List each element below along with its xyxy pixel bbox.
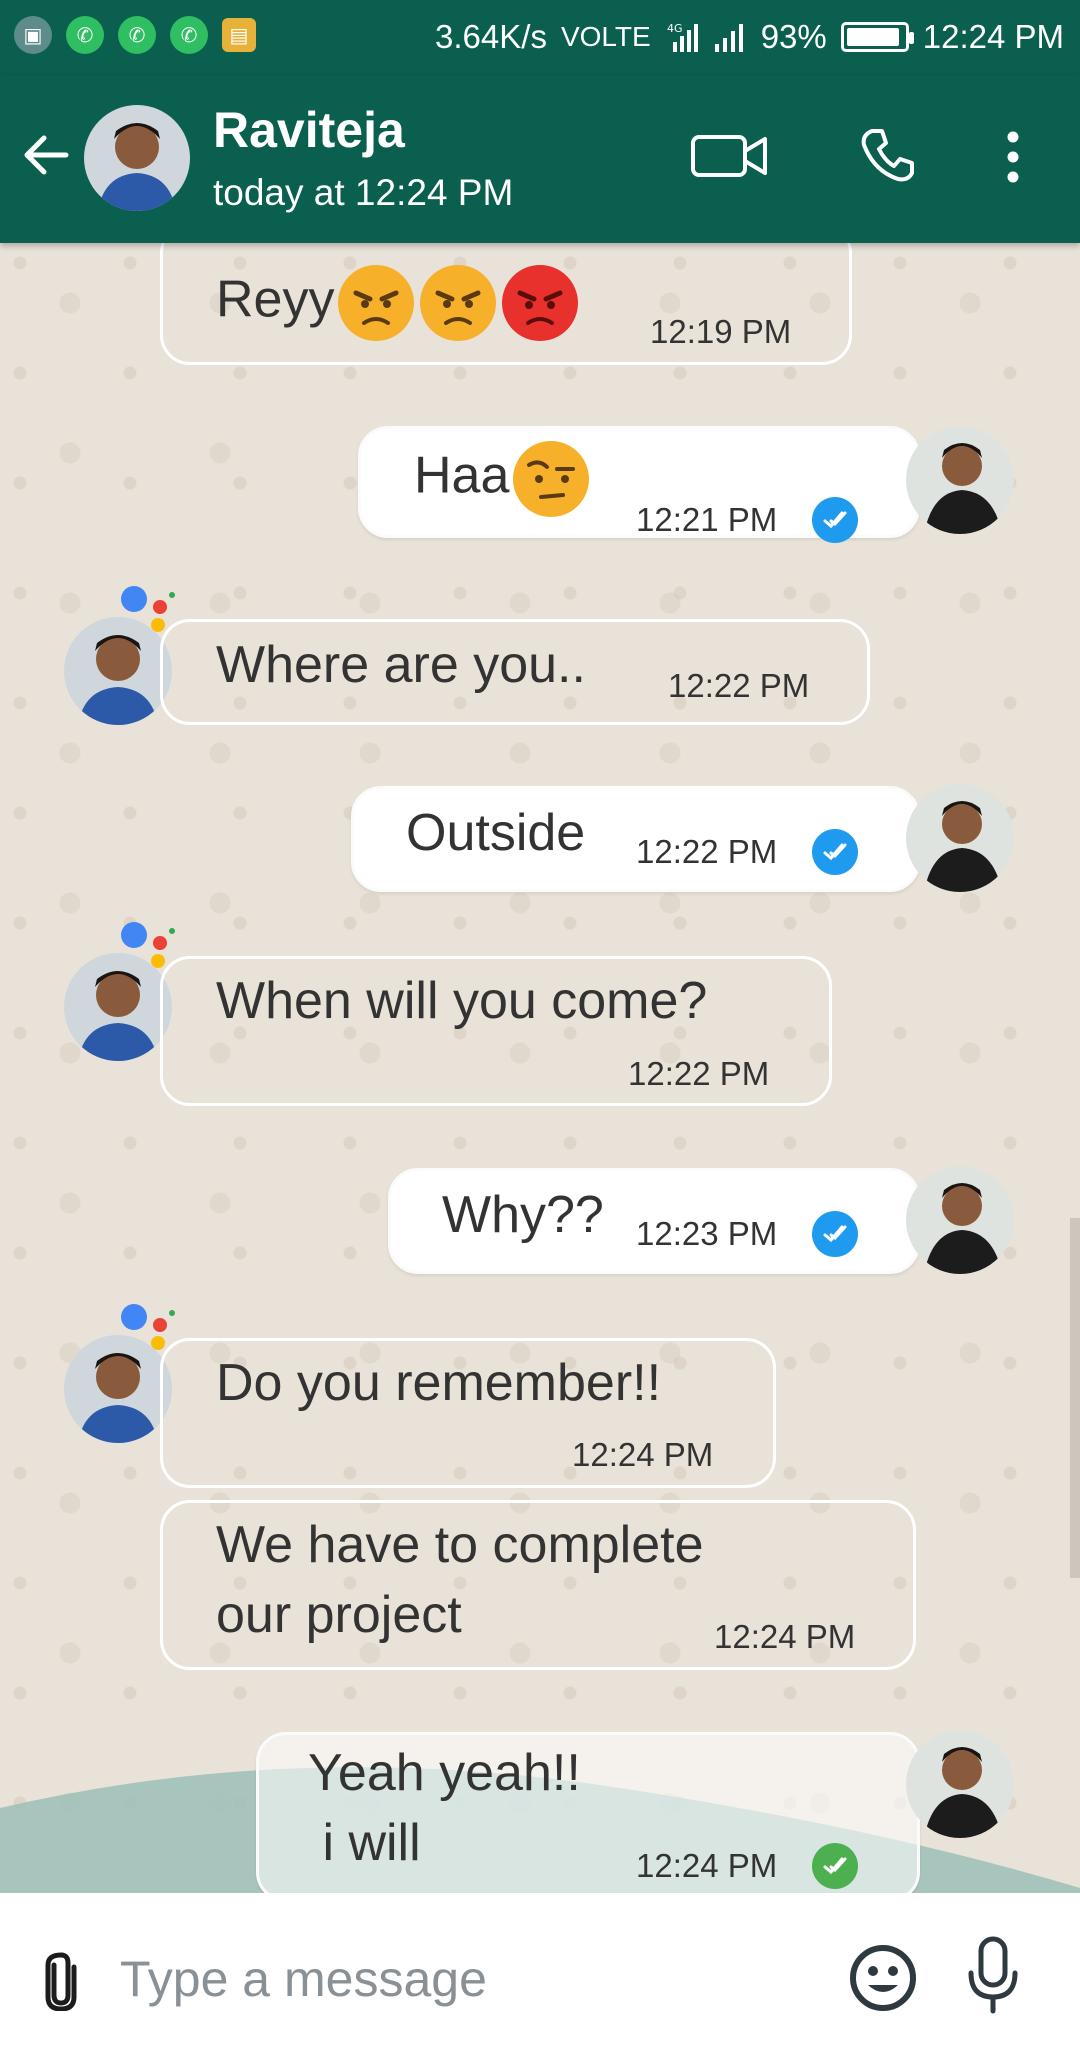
message-time: 12:24 PM: [572, 1436, 714, 1473]
pouting-face-icon: [502, 265, 579, 341]
message-text: Why??: [442, 1186, 604, 1244]
sender-avatar[interactable]: [906, 784, 1014, 892]
angry-face-icon: [420, 265, 497, 341]
message-time: 12:22 PM: [628, 1055, 770, 1092]
message-text-line-2: our project: [216, 1586, 462, 1644]
message-input-bar: Type a message: [0, 1893, 1080, 2057]
chat-header: Raviteja today at 12:24 PM: [0, 75, 1080, 243]
message-time: 12:23 PM: [636, 1215, 778, 1252]
read-receipt-icon: [812, 829, 858, 875]
angry-face-icon: [338, 265, 415, 341]
whatsapp-notification-icon: ✆: [170, 16, 208, 54]
sender-avatar[interactable]: [906, 1730, 1014, 1838]
voice-call-icon[interactable]: [858, 125, 918, 185]
read-receipt-icon: [812, 1211, 858, 1257]
microphone-icon[interactable]: [965, 1935, 1021, 2015]
volte-label: VOLTE: [560, 21, 651, 52]
sender-avatar[interactable]: [906, 426, 1014, 534]
message-time: 12:24 PM: [636, 1847, 778, 1884]
message-text-line-1: Yeah yeah!!: [308, 1744, 581, 1802]
emoji-icon[interactable]: [848, 1943, 918, 2013]
sender-avatar[interactable]: [906, 1166, 1014, 1274]
message-time: 12:22 PM: [668, 667, 810, 704]
back-arrow-icon[interactable]: [18, 125, 78, 185]
raised-eyebrow-face-icon: [513, 441, 590, 517]
message-text-line-1: We have to complete: [216, 1516, 704, 1574]
battery-percent: 93%: [760, 18, 827, 55]
app-notification-icon: ▤: [222, 18, 256, 52]
read-receipt-icon: [812, 497, 858, 543]
message-time: 12:21 PM: [636, 501, 778, 538]
gallery-notification-icon: ▣: [14, 16, 52, 54]
signal-icon: [714, 24, 743, 52]
message-text-content: Reyy: [216, 270, 335, 329]
whatsapp-notification-icon: ✆: [66, 16, 104, 54]
contact-message-avatar[interactable]: [64, 953, 172, 1061]
lte-signal-icon: 4G: [667, 22, 698, 52]
battery-icon: [840, 22, 914, 52]
message-text: Outside: [406, 804, 586, 862]
scrollbar-thumb[interactable]: [1070, 1218, 1080, 1578]
delivered-receipt-icon: [812, 1843, 858, 1889]
contact-name[interactable]: Raviteja: [213, 101, 405, 159]
message-text-line-2: i will: [308, 1814, 421, 1872]
video-call-icon[interactable]: [690, 129, 770, 183]
contact-avatar[interactable]: [84, 105, 190, 211]
message-text: Where are you..: [216, 636, 586, 694]
message-text: Do you remember!!: [216, 1354, 662, 1412]
chat-area[interactable]: Reyy 12:19 PM Haa 12:21 PM Where are you…: [0, 243, 1080, 1893]
message-text-content: Haa: [414, 446, 510, 505]
lte-label: 4G: [667, 22, 683, 35]
message-text: Reyy: [216, 263, 580, 343]
message-time: 12:19 PM: [650, 313, 792, 350]
clock: 12:24 PM: [922, 18, 1064, 55]
message-text: When will you come?: [216, 972, 708, 1030]
battery-fill: [846, 28, 899, 46]
more-options-icon[interactable]: [995, 127, 1031, 187]
contact-message-avatar[interactable]: [64, 1335, 172, 1443]
notification-icons: ▣ ✆ ✆ ✆ ▤: [14, 16, 256, 54]
message-time: 12:24 PM: [714, 1618, 856, 1655]
message-text: Haa: [414, 439, 591, 519]
attachment-icon[interactable]: [36, 1951, 86, 2011]
whatsapp-notification-icon: ✆: [118, 16, 156, 54]
message-input[interactable]: Type a message: [120, 1939, 820, 2019]
last-seen-status: today at 12:24 PM: [213, 172, 514, 213]
network-speed: 3.64K/s: [435, 18, 547, 55]
message-time: 12:22 PM: [636, 833, 778, 870]
contact-message-avatar[interactable]: [64, 617, 172, 725]
status-bar: ▣ ✆ ✆ ✆ ▤ 3.64K/s VOLTE 4G 93% 12:24 PM: [0, 0, 1080, 75]
